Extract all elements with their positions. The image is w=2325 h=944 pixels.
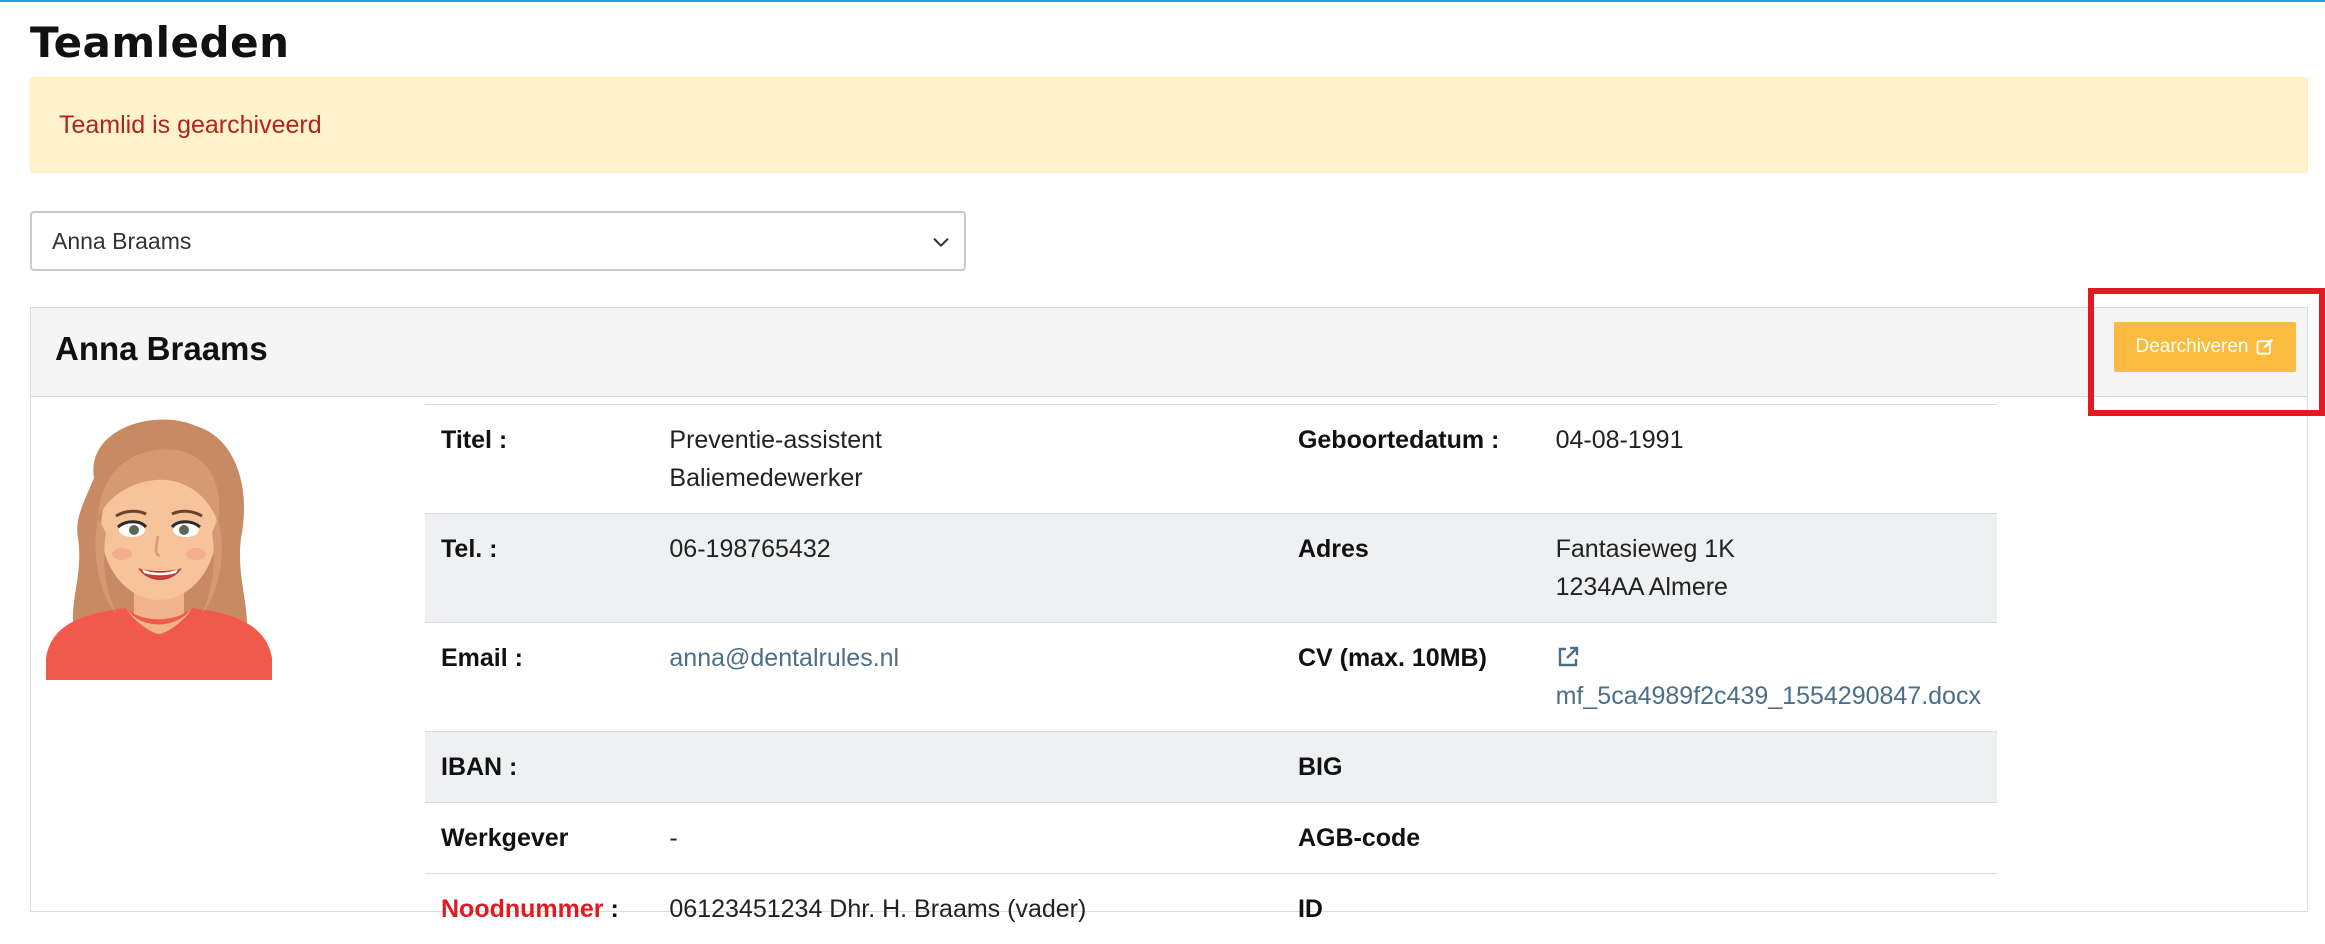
cv-label: CV (max. 10MB) (1282, 623, 1540, 732)
row-noodnummer: Noodnummer : 06123451234 Dhr. H. Braams … (425, 874, 1997, 944)
avatar (46, 408, 272, 680)
dearchive-button-label: Dearchiveren (2136, 336, 2249, 358)
select-value: Anna Braams (52, 228, 191, 255)
cv-filename: mf_5ca4989f2c439_1554290847.docx (1556, 682, 1981, 710)
row-iban: IBAN : BIG (425, 732, 1997, 803)
noodnummer-label: Noodnummer (441, 895, 604, 923)
titel-value: Preventie-assistent Baliemedewerker (653, 405, 1282, 514)
adres-label: Adres (1282, 514, 1540, 623)
noodnummer-value: 06123451234 Dhr. H. Braams (vader) (653, 874, 1282, 944)
cv-link[interactable]: mf_5ca4989f2c439_1554290847.docx (1556, 644, 1981, 710)
row-titel: Titel : Preventie-assistent Baliemedewer… (425, 405, 1997, 514)
details-table: Titel : Preventie-assistent Baliemedewer… (425, 404, 1997, 944)
werkgever-value: - (653, 803, 1282, 874)
archived-alert: Teamlid is gearchiveerd (30, 77, 2308, 173)
big-value (1540, 732, 1997, 803)
dearchive-button[interactable]: Dearchiveren (2114, 322, 2296, 372)
top-accent-line (0, 0, 2325, 2)
email-cell: anna@dentalrules.nl (653, 623, 1282, 732)
email-label: Email : (425, 623, 653, 732)
id-value (1540, 874, 1997, 944)
card-header: Anna Braams (31, 308, 2307, 397)
row-tel: Tel. : 06-198765432 Adres Fantasieweg 1K… (425, 514, 1997, 623)
row-email: Email : anna@dentalrules.nl CV (max. 10M… (425, 623, 1997, 732)
tel-label: Tel. : (425, 514, 653, 623)
tel-value: 06-198765432 (653, 514, 1282, 623)
team-member-select[interactable]: Anna Braams (30, 211, 966, 271)
noodnummer-label-cell: Noodnummer : (425, 874, 653, 944)
page-title: Teamleden (30, 18, 290, 67)
werkgever-label: Werkgever (425, 803, 653, 874)
email-link[interactable]: anna@dentalrules.nl (669, 644, 899, 672)
big-label: BIG (1282, 732, 1540, 803)
adres-value-line-2: 1234AA Almere (1556, 568, 1981, 606)
titel-value-line-1: Preventie-assistent (669, 421, 1266, 459)
alert-message: Teamlid is gearchiveerd (59, 111, 322, 140)
external-link-icon (1556, 645, 1580, 669)
card-title: Anna Braams (55, 330, 268, 368)
row-werkgever: Werkgever - AGB-code (425, 803, 1997, 874)
geboortedatum-value: 04-08-1991 (1540, 405, 1997, 514)
titel-value-line-2: Baliemedewerker (669, 459, 1266, 497)
cv-cell: mf_5ca4989f2c439_1554290847.docx (1540, 623, 1997, 732)
adres-value-line-1: Fantasieweg 1K (1556, 530, 1981, 568)
iban-label: IBAN : (425, 732, 653, 803)
noodnummer-colon: : (604, 895, 619, 923)
id-label: ID (1282, 874, 1540, 944)
agb-value (1540, 803, 1997, 874)
geboortedatum-label: Geboortedatum : (1282, 405, 1540, 514)
chevron-down-icon (930, 231, 952, 253)
edit-icon (2255, 337, 2275, 357)
iban-value (653, 732, 1282, 803)
adres-value: Fantasieweg 1K 1234AA Almere (1540, 514, 1997, 623)
titel-label: Titel : (425, 405, 653, 514)
agb-label: AGB-code (1282, 803, 1540, 874)
